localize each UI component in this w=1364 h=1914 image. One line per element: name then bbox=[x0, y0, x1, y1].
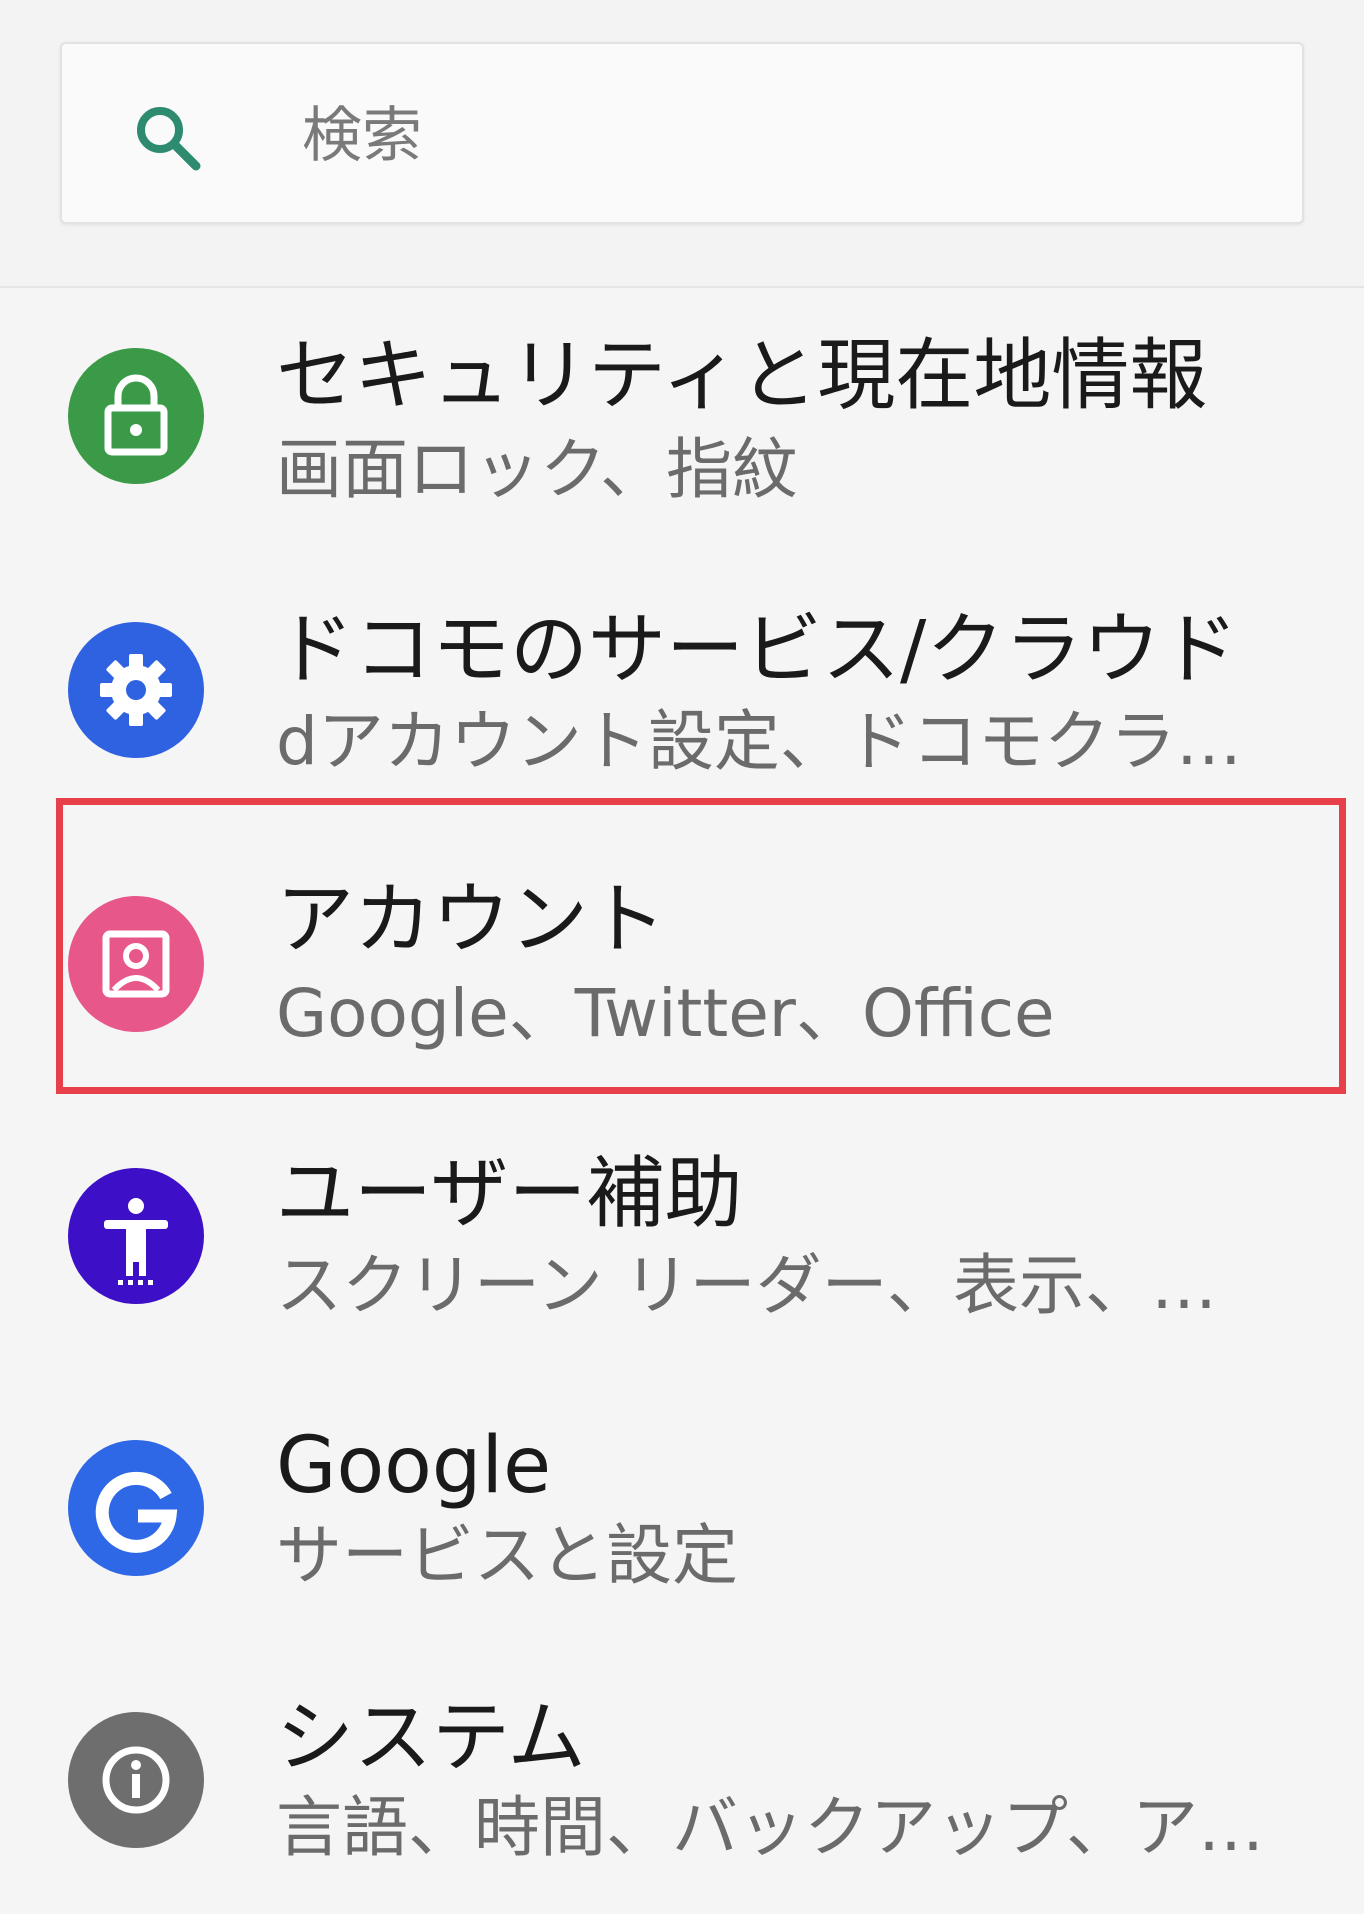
search-bar[interactable]: 検索 bbox=[60, 42, 1304, 224]
settings-item-title: ユーザー補助 bbox=[276, 1149, 743, 1239]
settings-item-security[interactable]: セキュリティと現在地情報 画面ロック、指紋 bbox=[0, 286, 1364, 556]
settings-item-subtitle: 言語、時間、バックアップ、ア… bbox=[276, 1789, 1265, 1866]
accessibility-icon bbox=[68, 1168, 204, 1304]
google-g-icon bbox=[68, 1440, 204, 1576]
gear-icon bbox=[68, 622, 204, 758]
settings-item-subtitle: dアカウント設定、ドコモクラ… bbox=[276, 703, 1242, 780]
search-icon bbox=[132, 102, 204, 174]
settings-item-system[interactable]: システム 言語、時間、バックアップ、ア… bbox=[0, 1644, 1364, 1914]
settings-item-subtitle: スクリーン リーダー、表示、… bbox=[276, 1247, 1218, 1324]
search-placeholder: 検索 bbox=[302, 101, 422, 171]
settings-item-subtitle: 画面ロック、指紋 bbox=[276, 431, 799, 508]
settings-item-docomo[interactable]: ドコモのサービス/クラウド dアカウント設定、ドコモクラ… bbox=[0, 558, 1364, 828]
settings-item-title: ドコモのサービス/クラウド bbox=[276, 605, 1239, 695]
highlight-box bbox=[56, 798, 1346, 1094]
lock-icon bbox=[68, 348, 204, 484]
settings-item-title: Google bbox=[276, 1421, 552, 1511]
settings-item-title: セキュリティと現在地情報 bbox=[276, 331, 1208, 421]
info-icon bbox=[68, 1712, 204, 1848]
settings-item-title: システム bbox=[276, 1693, 586, 1783]
settings-item-subtitle: サービスと設定 bbox=[276, 1517, 738, 1594]
search-header: 検索 bbox=[0, 0, 1364, 288]
settings-item-accessibility[interactable]: ユーザー補助 スクリーン リーダー、表示、… bbox=[0, 1100, 1364, 1370]
settings-item-google[interactable]: Google サービスと設定 bbox=[0, 1372, 1364, 1642]
